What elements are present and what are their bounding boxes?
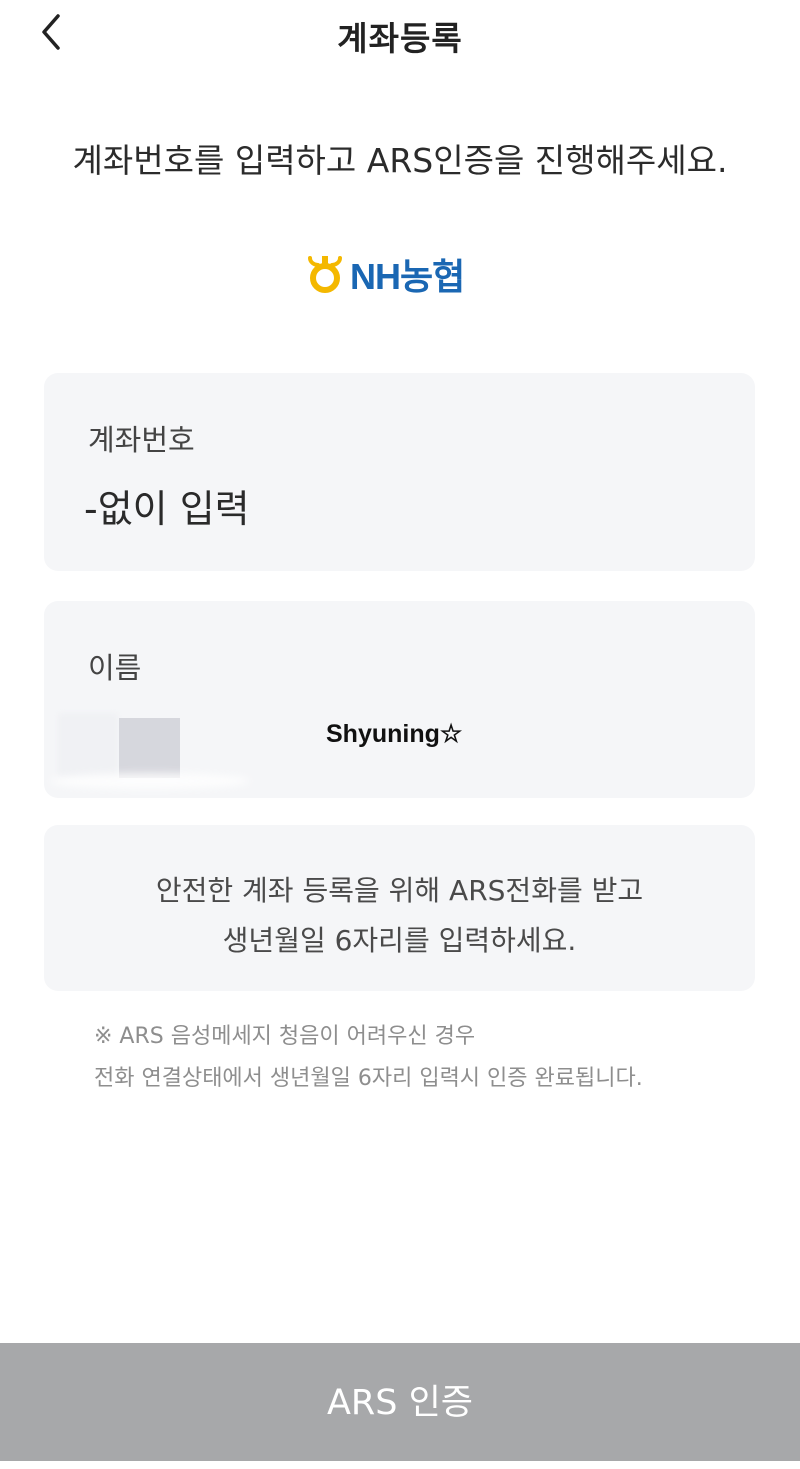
- page-title: 계좌등록: [337, 19, 463, 58]
- name-redaction-smudge: [50, 773, 250, 789]
- ars-verify-button[interactable]: ARS 인증: [0, 1343, 800, 1461]
- name-card: 이름 Shyuning☆: [44, 601, 755, 798]
- footnote-line-1: ※ ARS 음성메세지 청음이 어려우신 경우: [94, 1024, 476, 1049]
- nh-bank-logo-icon: [308, 256, 342, 293]
- account-number-card[interactable]: 계좌번호: [44, 373, 755, 571]
- watermark-text: Shyuning☆: [326, 720, 463, 748]
- top-bar: 계좌등록: [0, 0, 800, 70]
- name-redaction: [58, 713, 118, 779]
- bank-logo: NH농협: [306, 252, 465, 297]
- name-redaction-block: [119, 718, 180, 778]
- name-label: 이름: [88, 651, 142, 685]
- notice-line-1: 안전한 계좌 등록을 위해 ARS전화를 받고: [155, 874, 644, 907]
- instruction-text: 계좌번호를 입력하고 ARS인증을 진행해주세요.: [72, 141, 728, 180]
- notice-line-2: 생년월일 6자리를 입력하세요.: [222, 924, 577, 957]
- account-number-label: 계좌번호: [88, 423, 195, 457]
- account-number-input[interactable]: [84, 481, 704, 537]
- bank-name: NH농협: [350, 256, 465, 297]
- ars-notice-card: 안전한 계좌 등록을 위해 ARS전화를 받고 생년월일 6자리를 입력하세요.: [44, 825, 755, 991]
- footnote-line-2: 전화 연결상태에서 생년월일 6자리 입력시 인증 완료됩니다.: [94, 1066, 643, 1091]
